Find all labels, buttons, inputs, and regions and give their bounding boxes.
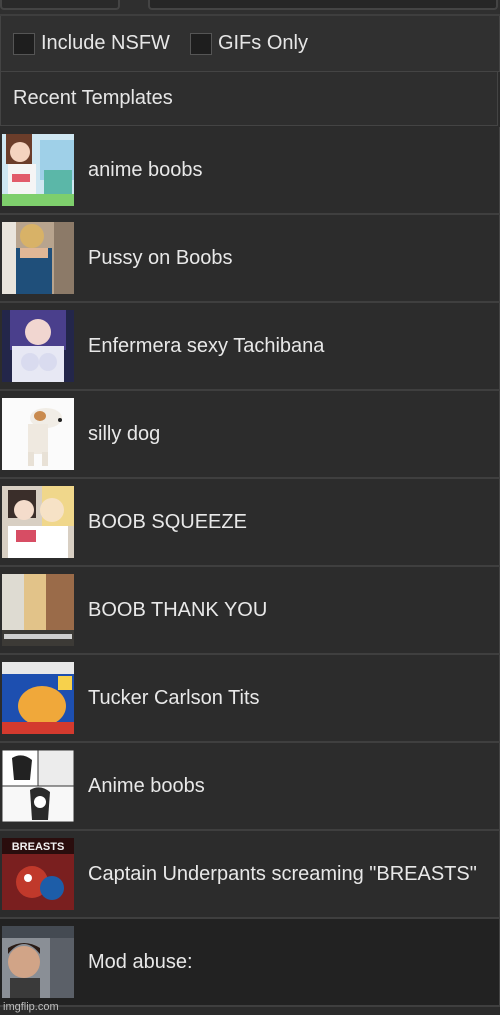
checkbox-box[interactable]: [189, 32, 212, 55]
template-item[interactable]: anime boobs: [0, 127, 500, 215]
template-name: Captain Underpants screaming "BREASTS": [88, 863, 477, 885]
template-thumbnail: [2, 574, 74, 646]
template-thumbnail: [2, 310, 74, 382]
include-nsfw-checkbox[interactable]: Include NSFW: [13, 32, 170, 55]
template-thumbnail: [2, 486, 74, 558]
template-item[interactable]: BOOB THANK YOU: [0, 567, 500, 655]
template-item[interactable]: BREASTS Captain Underpants screaming "BR…: [0, 831, 500, 919]
template-name: Mod abuse:: [88, 951, 193, 973]
template-thumbnail: [2, 750, 74, 822]
template-thumbnail: [2, 134, 74, 206]
template-item[interactable]: Mod abuse:: [0, 919, 500, 1007]
template-item[interactable]: Enfermera sexy Tachibana: [0, 303, 500, 391]
template-name: Tucker Carlson Tits: [88, 687, 260, 709]
template-name: BOOB THANK YOU: [88, 599, 268, 621]
template-thumbnail: [2, 662, 74, 734]
template-thumbnail: [2, 222, 74, 294]
template-thumbnail: BREASTS: [2, 838, 74, 910]
template-thumbnail: [2, 398, 74, 470]
toolbar-search-box[interactable]: [148, 0, 498, 10]
template-item[interactable]: Tucker Carlson Tits: [0, 655, 500, 743]
template-item[interactable]: Anime boobs: [0, 743, 500, 831]
template-name: BOOB SQUEEZE: [88, 511, 247, 533]
recent-templates-heading: Recent Templates: [0, 72, 498, 126]
template-name: Anime boobs: [88, 775, 205, 797]
toolbar-button[interactable]: [0, 0, 120, 10]
thumbnail-caption: BREASTS: [12, 841, 65, 853]
template-thumbnail: [2, 926, 74, 998]
top-toolbar: [0, 0, 500, 16]
include-nsfw-label: Include NSFW: [41, 32, 170, 54]
gifs-only-checkbox[interactable]: GIFs Only: [189, 32, 308, 55]
template-item[interactable]: Pussy on Boobs: [0, 215, 500, 303]
imgflip-watermark: imgflip.com: [3, 1001, 59, 1013]
filter-bar: Include NSFW GIFs Only: [0, 16, 500, 72]
template-item[interactable]: BOOB SQUEEZE: [0, 479, 500, 567]
template-name: anime boobs: [88, 159, 203, 181]
checkbox-box[interactable]: [13, 32, 35, 55]
template-name: Enfermera sexy Tachibana: [88, 335, 325, 357]
gifs-only-label: GIFs Only: [217, 32, 308, 54]
template-item[interactable]: silly dog: [0, 391, 500, 479]
template-name: silly dog: [88, 423, 161, 445]
recent-templates-list: anime boobs Pussy on Boobs Enfermera sex…: [0, 127, 500, 1007]
template-name: Pussy on Boobs: [88, 247, 233, 269]
